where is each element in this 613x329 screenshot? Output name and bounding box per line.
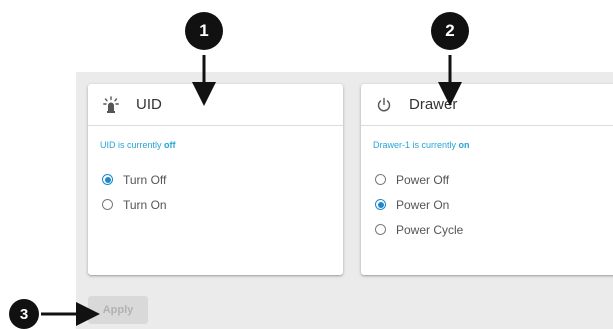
power-icon [373, 94, 395, 116]
beacon-light-icon [100, 94, 122, 116]
uid-card: UID UID is currently off Turn Off Turn O… [88, 84, 343, 275]
uid-turn-on-radio[interactable]: Turn On [102, 191, 343, 218]
drawer-power-cycle-radio[interactable]: Power Cycle [375, 216, 613, 243]
uid-card-title: UID [136, 96, 162, 113]
radio-selected-icon[interactable] [375, 199, 386, 210]
uid-turn-off-label[interactable]: Turn Off [123, 173, 166, 187]
drawer-power-cycle-label[interactable]: Power Cycle [396, 223, 463, 237]
radio-unselected-icon[interactable] [102, 199, 113, 210]
uid-turn-off-radio[interactable]: Turn Off [102, 166, 343, 193]
drawer-power-on-radio[interactable]: Power On [375, 191, 613, 218]
uid-radio-group: Turn Off Turn On [88, 154, 343, 218]
drawer-status-value: on [458, 140, 470, 150]
drawer-power-off-label[interactable]: Power Off [396, 173, 449, 187]
drawer-card: Drawer Drawer-1 is currently on Power Of… [361, 84, 613, 275]
uid-status-prefix: UID is currently [100, 140, 165, 150]
radio-unselected-icon[interactable] [375, 174, 386, 185]
callout-badge-1: 1 [185, 12, 223, 50]
uid-status-value: off [164, 140, 176, 150]
radio-unselected-icon[interactable] [375, 224, 386, 235]
uid-card-header: UID [88, 84, 343, 126]
callout-badge-2: 2 [431, 12, 469, 50]
drawer-card-header: Drawer [361, 84, 613, 126]
drawer-card-title: Drawer [409, 96, 458, 113]
drawer-power-off-radio[interactable]: Power Off [375, 166, 613, 193]
uid-turn-on-label[interactable]: Turn On [123, 198, 167, 212]
apply-button[interactable]: Apply [88, 296, 148, 324]
uid-status-text: UID is currently off [88, 126, 343, 154]
drawer-power-on-label[interactable]: Power On [396, 198, 449, 212]
callout-badge-3: 3 [9, 299, 39, 329]
radio-selected-icon[interactable] [102, 174, 113, 185]
drawer-radio-group: Power Off Power On Power Cycle [361, 154, 613, 243]
drawer-status-text: Drawer-1 is currently on [361, 126, 613, 154]
drawer-status-prefix: Drawer-1 is currently [373, 140, 459, 150]
